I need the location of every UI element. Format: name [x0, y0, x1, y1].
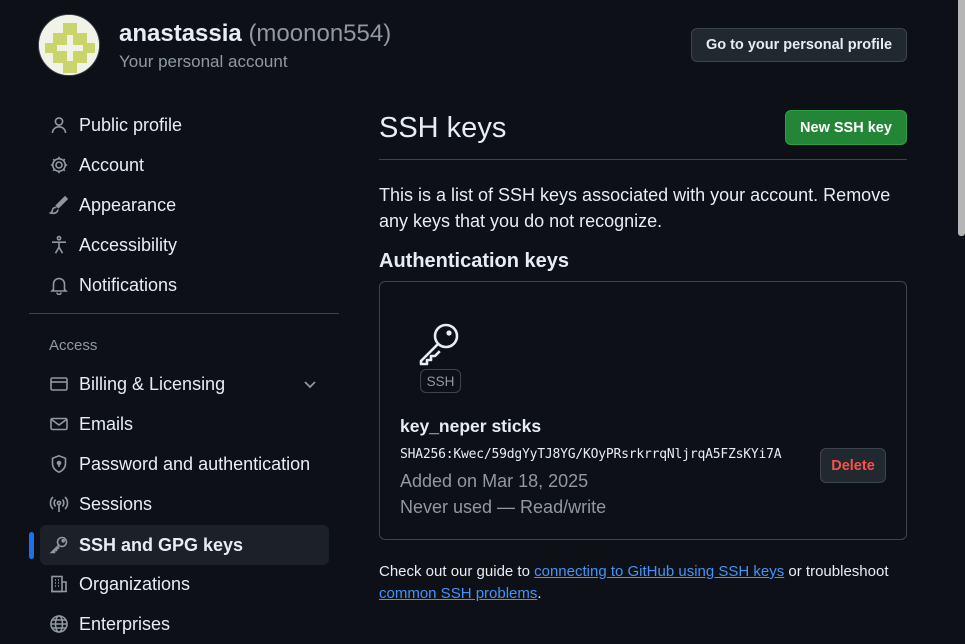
ssh-guide-link[interactable]: connecting to GitHub using SSH keys — [534, 563, 784, 580]
mail-icon — [48, 413, 70, 435]
sidebar-item-appearance[interactable]: Appearance — [40, 185, 329, 225]
shield-lock-icon — [48, 453, 70, 475]
scrollbar-thumb[interactable] — [958, 0, 965, 236]
delete-key-button[interactable]: Delete — [820, 448, 886, 483]
broadcast-icon — [48, 493, 70, 515]
paintbrush-icon — [48, 194, 70, 216]
guide-suffix: . — [537, 585, 542, 602]
sidebar-item-label: Billing & Licensing — [79, 373, 226, 394]
gear-icon — [48, 154, 70, 176]
credit-card-icon — [48, 373, 70, 395]
sidebar-item-emails[interactable]: Emails — [40, 404, 329, 444]
sidebar-section-access: Access — [49, 337, 98, 354]
sidebar-item-account[interactable]: Account — [40, 145, 329, 185]
sidebar-item-billing[interactable]: Billing & Licensing — [40, 364, 329, 404]
sidebar-item-sessions[interactable]: Sessions — [40, 484, 329, 524]
sidebar-divider — [29, 313, 339, 314]
sidebar-item-label: Notifications — [79, 274, 178, 295]
key-title: key_neper sticks — [400, 416, 542, 436]
sidebar-item-label: Enterprises — [79, 613, 171, 634]
sidebar-item-notifications[interactable]: Notifications — [40, 265, 329, 305]
guide-middle: or troubleshoot — [784, 563, 889, 580]
sidebar-item-label: Accessibility — [79, 234, 178, 255]
accessibility-icon — [48, 234, 70, 256]
sidebar-item-accessibility[interactable]: Accessibility — [40, 225, 329, 265]
organization-icon — [48, 573, 70, 595]
sidebar-item-organizations[interactable]: Organizations — [40, 564, 329, 604]
active-indicator — [29, 532, 34, 559]
new-ssh-key-button[interactable]: New SSH key — [785, 110, 907, 145]
account-name: anastassia (moonon554) — [119, 20, 391, 48]
page-title: SSH keys — [379, 112, 507, 144]
sidebar-item-label: Sessions — [79, 493, 153, 514]
key-fingerprint: SHA256:Kwec/59dgYyTJ8YG/KOyPRsrkrrqNljrq… — [400, 447, 782, 462]
sidebar-item-password[interactable]: Password and authentication — [40, 444, 329, 484]
key-icon — [419, 323, 459, 366]
key-added-date: Added on Mar 18, 2025 — [400, 471, 589, 491]
title-divider — [379, 159, 907, 160]
page-description: This is a list of SSH keys associated wi… — [379, 185, 891, 231]
user-login: (moonon554) — [248, 20, 392, 47]
sidebar-item-ssh-gpg-keys[interactable]: SSH and GPG keys — [40, 525, 329, 565]
ssh-problems-link[interactable]: common SSH problems — [379, 585, 537, 602]
sidebar-item-label: Appearance — [79, 194, 177, 215]
guide-text: Check out our guide to connecting to Git… — [379, 561, 909, 605]
sidebar-item-label: SSH and GPG keys — [79, 534, 244, 555]
person-icon — [48, 114, 70, 136]
bell-icon — [48, 274, 70, 296]
sidebar-item-label: Password and authentication — [79, 453, 311, 474]
sidebar-item-label: Organizations — [79, 573, 191, 594]
key-usage: Never used — Read/write — [400, 497, 607, 517]
avatar[interactable] — [38, 14, 100, 76]
section-title: Authentication keys — [379, 250, 570, 272]
go-to-profile-button[interactable]: Go to your personal profile — [691, 28, 907, 62]
user-name: anastassia — [119, 20, 242, 47]
sidebar-item-label: Account — [79, 154, 145, 175]
sidebar-item-enterprises[interactable]: Enterprises — [40, 604, 329, 644]
ssh-key-card: SSH key_neper sticks SHA256:Kwec/59dgYyT… — [379, 281, 907, 540]
chevron-down-icon[interactable] — [301, 375, 319, 393]
account-subtitle: Your personal account — [119, 52, 288, 71]
ssh-badge: SSH — [420, 369, 461, 393]
key-icon — [48, 534, 70, 556]
sidebar-item-public-profile[interactable]: Public profile — [40, 105, 329, 145]
sidebar-item-label: Public profile — [79, 114, 183, 135]
sidebar-item-label: Emails — [79, 413, 134, 434]
globe-icon — [48, 613, 70, 635]
guide-prefix: Check out our guide to — [379, 563, 535, 580]
